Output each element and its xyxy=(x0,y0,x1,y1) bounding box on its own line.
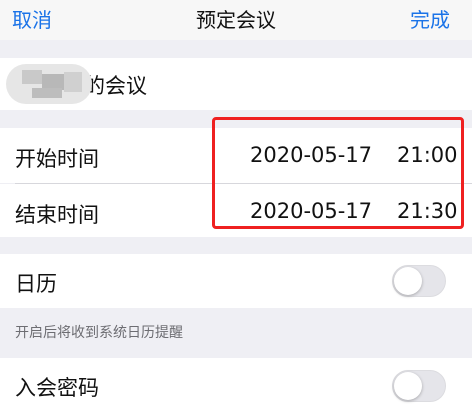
highlight-box xyxy=(212,117,464,229)
toggle-knob xyxy=(394,372,422,400)
topic-input[interactable]: 的会议 xyxy=(84,70,147,100)
toggle-knob xyxy=(394,267,422,295)
password-label: 入会密码 xyxy=(15,376,99,400)
blurred-username xyxy=(6,64,92,104)
nav-bar: 取消 预定会议 完成 xyxy=(0,0,472,40)
password-row: 入会密码 xyxy=(0,358,472,404)
calendar-toggle[interactable] xyxy=(392,265,446,297)
done-button[interactable]: 完成 xyxy=(410,4,450,33)
calendar-row: 日历 xyxy=(0,254,472,308)
start-time-label: 开始时间 xyxy=(15,147,99,171)
end-time-label: 结束时间 xyxy=(15,203,99,227)
page-title: 预定会议 xyxy=(196,8,276,32)
calendar-label: 日历 xyxy=(15,272,57,296)
calendar-hint: 开启后将收到系统日历提醒 xyxy=(15,325,183,341)
password-toggle[interactable] xyxy=(392,370,446,402)
